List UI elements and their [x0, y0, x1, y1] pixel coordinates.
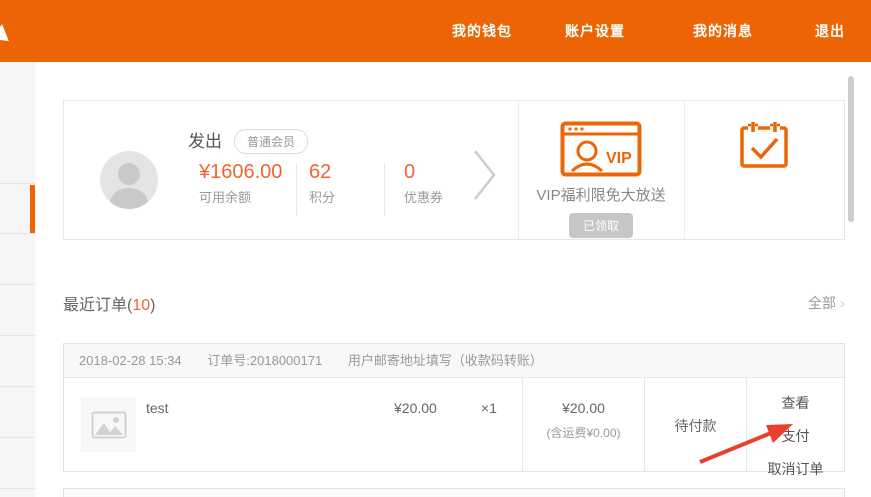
- points-value: 62: [309, 161, 335, 184]
- calendar-check-icon: [684, 120, 844, 175]
- product-unit-price: ¥20.00: [394, 400, 437, 416]
- view-all-orders-link[interactable]: 全部›: [808, 293, 845, 313]
- avatar[interactable]: [100, 151, 158, 209]
- points-stat[interactable]: 62 积分: [309, 161, 335, 206]
- nav-my-messages[interactable]: 我的消息: [693, 0, 753, 62]
- chevron-right-icon[interactable]: [472, 147, 498, 208]
- order-card: 2018-02-28 15:34 订单号:2018000171 用户邮寄地址填写…: [63, 343, 845, 472]
- vip-browser-icon: VIP: [518, 121, 684, 184]
- vip-claimed-badge[interactable]: 已领取: [569, 213, 633, 238]
- recent-orders-title: 最近订单(10): [63, 291, 155, 315]
- product-thumbnail[interactable]: [81, 397, 136, 452]
- nav-account-settings[interactable]: 账户设置: [565, 0, 625, 62]
- coupons-value: 0: [404, 161, 443, 184]
- coupons-label: 优惠券: [404, 187, 443, 206]
- sidebar-divider: [0, 335, 35, 336]
- points-label: 积分: [309, 187, 335, 206]
- logo-mark: [0, 23, 11, 41]
- vip-promo-panel[interactable]: VIP VIP福利限免大放送 已领取: [518, 101, 684, 239]
- product-name[interactable]: test: [146, 400, 169, 416]
- user-summary-card: 发出 普通会员 ¥1606.00 可用余额 62 积分 0 优惠券: [63, 100, 845, 240]
- cancel-order-link[interactable]: 取消订单: [747, 459, 844, 479]
- order-actions-cell: 查看 支付 取消订单: [746, 378, 844, 471]
- user-center-page: 我的钱包 账户设置 我的消息 退出 发出 普通会员: [0, 0, 871, 497]
- sidebar-divider: [0, 488, 35, 489]
- order-note: 用户邮寄地址填写（收款码转账）: [348, 353, 543, 368]
- sidebar-divider: [0, 284, 35, 285]
- next-order-card-stub: [63, 488, 845, 497]
- order-total-cell: ¥20.00 (含运费¥0.00): [522, 378, 644, 471]
- sidebar: [0, 62, 35, 497]
- order-shipping-note: (含运费¥0.00): [523, 424, 644, 441]
- order-datetime: 2018-02-28 15:34: [79, 353, 182, 368]
- order-body-row: test ¥20.00 ×1 ¥20.00 (含运费¥0.00) 待付款 查看 …: [64, 378, 844, 471]
- sidebar-active-indicator[interactable]: [30, 185, 35, 233]
- top-navigation-bar: 我的钱包 账户设置 我的消息 退出: [0, 0, 871, 62]
- order-status: 待付款: [645, 416, 746, 436]
- checkin-panel[interactable]: [684, 101, 844, 239]
- sidebar-divider: [0, 183, 35, 184]
- view-order-link[interactable]: 查看: [747, 393, 844, 413]
- coupons-stat[interactable]: 0 优惠券: [404, 161, 443, 206]
- stat-divider: [296, 163, 297, 215]
- svg-text:VIP: VIP: [606, 150, 632, 167]
- order-status-cell: 待付款: [644, 378, 746, 471]
- vip-promo-title: VIP福利限免大放送: [518, 184, 684, 205]
- stat-divider: [384, 163, 385, 215]
- order-product-cell: test ¥20.00 ×1: [64, 378, 522, 471]
- orders-count: 10: [132, 297, 150, 314]
- membership-badge: 普通会员: [234, 129, 308, 154]
- balance-value: ¥1606.00: [199, 161, 295, 184]
- username: 发出: [188, 127, 222, 152]
- balance-stat[interactable]: ¥1606.00 可用余额: [199, 161, 295, 206]
- scrollbar-thumb[interactable]: [848, 76, 854, 222]
- image-placeholder-icon: [91, 411, 127, 439]
- sidebar-divider: [0, 437, 35, 438]
- order-total-amount: ¥20.00: [523, 400, 644, 416]
- order-number: 订单号:2018000171: [207, 353, 322, 368]
- nav-logout[interactable]: 退出: [815, 0, 845, 62]
- sidebar-divider: [0, 386, 35, 387]
- order-header-row: 2018-02-28 15:34 订单号:2018000171 用户邮寄地址填写…: [64, 344, 844, 378]
- nav-my-wallet[interactable]: 我的钱包: [452, 0, 512, 62]
- product-quantity: ×1: [481, 400, 497, 416]
- sidebar-divider: [0, 233, 35, 234]
- chevron-right-icon: ›: [840, 295, 845, 312]
- balance-label: 可用余额: [199, 187, 295, 206]
- pay-order-link[interactable]: 支付: [747, 426, 844, 446]
